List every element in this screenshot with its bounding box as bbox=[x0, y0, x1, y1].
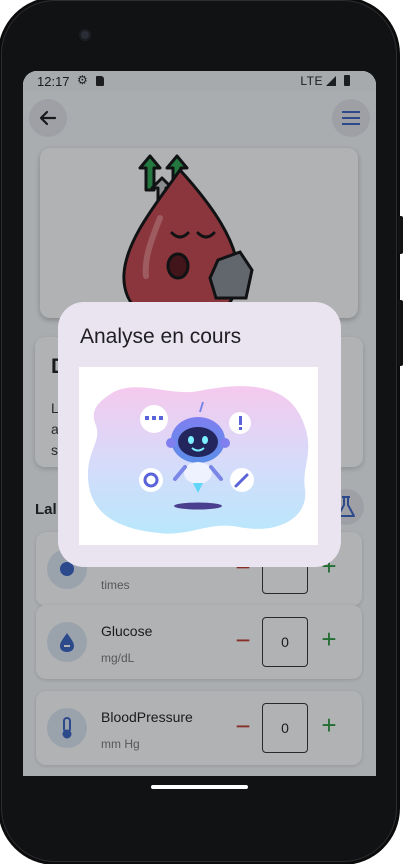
front-camera bbox=[79, 29, 91, 41]
analysis-dialog: Analyse en cours bbox=[58, 302, 341, 567]
power-button bbox=[398, 216, 403, 254]
robot-icon bbox=[87, 386, 309, 534]
dialog-title: Analyse en cours bbox=[80, 325, 242, 348]
home-indicator[interactable] bbox=[151, 785, 248, 789]
robot-analysis-illustration bbox=[79, 367, 318, 545]
app-screen: 12:17 ⚙ LTE L a s Lal times − + Glucose … bbox=[23, 71, 376, 776]
volume-button bbox=[398, 300, 403, 366]
